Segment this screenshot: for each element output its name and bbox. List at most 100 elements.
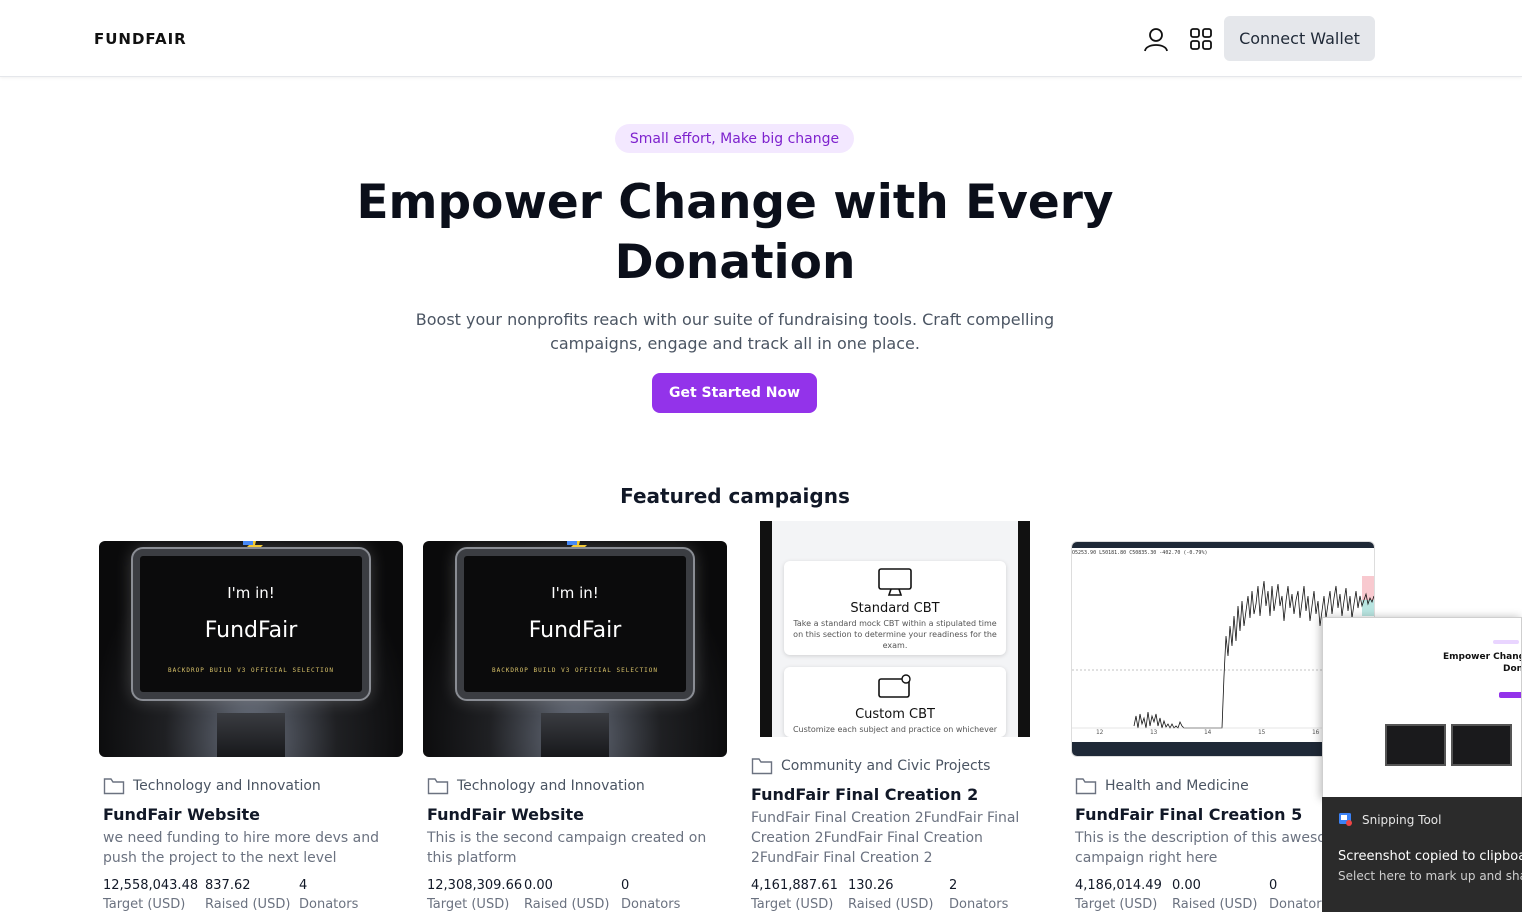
preview-title-line-2: Donati — [1503, 664, 1522, 674]
category-label: Community and Civic Projects — [781, 758, 991, 774]
donators-value: 2 — [949, 878, 958, 893]
chart-tick: 14 — [1204, 729, 1212, 736]
campaign-category: Community and Civic Projects — [751, 757, 990, 775]
category-label: Health and Medicine — [1105, 778, 1249, 794]
monitor-graphic: I'm in! FundFair BACKDROP BUILD V3 OFFIC… — [457, 549, 693, 699]
target-value: 4,161,887.61 — [751, 878, 838, 893]
custom-cbt-label: Custom CBT — [855, 707, 935, 722]
toast-app-name: Snipping Tool — [1362, 813, 1442, 827]
grid-icon[interactable] — [1188, 26, 1214, 52]
donators-value: 4 — [299, 878, 308, 893]
user-icon[interactable] — [1143, 26, 1169, 52]
folder-icon — [103, 778, 125, 795]
preview-thumb — [1451, 724, 1512, 766]
chart-tick: 12 — [1096, 729, 1104, 736]
raised-label: Raised (USD) — [524, 897, 610, 912]
hero-title-line-1: Empower Change with Every — [356, 175, 1114, 230]
hero-title: Empower Change with Every Donation — [340, 173, 1130, 293]
campaign-image[interactable]: I'm in! FundFair BACKDROP BUILD V3 OFFIC… — [423, 541, 727, 757]
toast-message: Screenshot copied to clipboard — [1338, 849, 1522, 864]
standard-cbt-label: Standard CBT — [850, 601, 940, 616]
get-started-button[interactable]: Get Started Now — [652, 373, 817, 413]
target-label: Target (USD) — [427, 897, 510, 912]
preview-thumb — [1385, 724, 1446, 766]
campaign-category: Health and Medicine — [1075, 777, 1249, 795]
image-text-backdrop: BACKDROP BUILD V3 OFFICIAL SELECTION — [491, 667, 659, 674]
campaign-description: we need funding to hire more devs and pu… — [103, 830, 379, 866]
monitor-graphic: I'm in! FundFair BACKDROP BUILD V3 OFFIC… — [133, 549, 369, 699]
snipping-preview[interactable]: Empower Chang Donati — [1322, 617, 1522, 799]
donators-label: Donators — [299, 897, 359, 912]
raised-value: 837.62 — [205, 878, 251, 893]
category-label: Technology and Innovation — [133, 778, 321, 794]
folder-icon — [751, 758, 773, 775]
campaign-category: Technology and Innovation — [427, 777, 645, 795]
campaign-stats: 12,558,043.48 Target (USD) 837.62 Raised (… — [103, 877, 358, 912]
raised-label: Raised (USD) — [1172, 897, 1258, 912]
image-text-im-in: I'm in! — [551, 584, 599, 602]
campaign-title[interactable]: FundFair Final Creation 5 — [1075, 805, 1302, 824]
standard-cbt-panel: Standard CBT Take a standard mock CBT wi… — [784, 561, 1006, 655]
connect-wallet-button[interactable]: Connect Wallet — [1224, 16, 1375, 61]
raised-value: 0.00 — [524, 878, 553, 893]
hero-subtitle-line-2: campaigns, engage and track all in one p… — [550, 334, 920, 353]
folder-icon — [1075, 778, 1097, 795]
target-value: 4,186,014.49 — [1075, 878, 1162, 893]
campaign-stats: 4,161,887.61 Target (USD) 130.26 Raised (U… — [751, 877, 1008, 912]
campaign-stats: 12,308,309.66 Target (USD) 0.00 Raised (US… — [427, 877, 680, 912]
target-value: 12,308,309.66 — [427, 878, 523, 893]
category-label: Technology and Innovation — [457, 778, 645, 794]
monitor-settings-icon — [878, 674, 911, 698]
top-navbar: FUNDFAIR Connect Wallet — [0, 0, 1522, 77]
campaign-title[interactable]: FundFair Website — [427, 805, 584, 824]
tagline-pill: Small effort, Make big change — [615, 124, 854, 153]
target-value: 12,558,043.48 — [103, 878, 199, 893]
raised-label: Raised (USD) — [848, 897, 934, 912]
raised-value: 130.26 — [848, 878, 894, 893]
campaign-image[interactable]: Standard CBT Take a standard mock CBT wi… — [760, 521, 1030, 737]
folder-icon — [427, 778, 449, 795]
snipping-toast[interactable]: Snipping Tool Screenshot copied to clipb… — [1322, 797, 1522, 912]
target-label: Target (USD) — [103, 897, 186, 912]
campaign-title[interactable]: FundFair Website — [103, 805, 260, 824]
campaign-stats: 4,186,014.49 Target (USD) 0.00 Raised (USD… — [1075, 877, 1328, 912]
campaign-category: Technology and Innovation — [103, 777, 321, 795]
target-label: Target (USD) — [751, 897, 834, 912]
chart-tick: 16 — [1312, 729, 1320, 736]
standard-cbt-desc: Take a standard mock CBT within a stipul… — [793, 619, 997, 650]
image-text-fundfair: FundFair — [528, 618, 622, 643]
target-label: Target (USD) — [1075, 897, 1158, 912]
chart-top-bar — [1072, 542, 1374, 548]
custom-cbt-panel: Custom CBT Customize each subject and pr… — [784, 667, 1006, 737]
monitor-stand — [217, 713, 285, 757]
hero-subtitle-line-1: Boost your nonprofits reach with our sui… — [415, 310, 1055, 329]
monitor-stand — [541, 713, 609, 757]
donators-value: 0 — [1269, 878, 1278, 893]
hero-title-line-2: Donation — [614, 235, 856, 290]
chart-tick: 15 — [1258, 729, 1266, 736]
campaign-title[interactable]: FundFair Final Creation 2 — [751, 785, 978, 804]
raised-label: Raised (USD) — [205, 897, 291, 912]
image-text-fundfair: FundFair — [204, 618, 298, 643]
hero-subtitle: Boost your nonprofits reach with our sui… — [400, 308, 1070, 356]
campaign-description: FundFair Final Creation 2FundFair Final … — [751, 810, 1020, 866]
phone-frame-right — [1018, 521, 1030, 737]
phone-frame-left — [760, 521, 772, 737]
custom-cbt-desc: Customize each subject and practice on w… — [792, 725, 998, 734]
preview-title-line-1: Empower Chang — [1443, 652, 1522, 662]
preview-cta — [1499, 692, 1521, 698]
image-text-im-in: I'm in! — [227, 584, 275, 602]
raised-value: 0.00 — [1172, 878, 1201, 893]
donators-value: 0 — [621, 878, 630, 893]
donators-label: Donators — [1269, 897, 1329, 912]
toast-hint: Select here to mark up and share — [1338, 869, 1522, 883]
snipping-tool-icon — [1339, 813, 1352, 826]
featured-campaigns-heading: Featured campaigns — [620, 484, 850, 508]
preview-pill — [1493, 640, 1519, 644]
chart-tick: 13 — [1150, 729, 1158, 736]
brand-logo[interactable]: FUNDFAIR — [94, 30, 187, 48]
image-text-backdrop: BACKDROP BUILD V3 OFFICIAL SELECTION — [167, 667, 335, 674]
campaign-image[interactable]: I'm in! FundFair BACKDROP BUILD V3 OFFIC… — [99, 541, 403, 757]
campaign-description: This is the second campaign created on t… — [427, 830, 707, 866]
donators-label: Donators — [949, 897, 1009, 912]
